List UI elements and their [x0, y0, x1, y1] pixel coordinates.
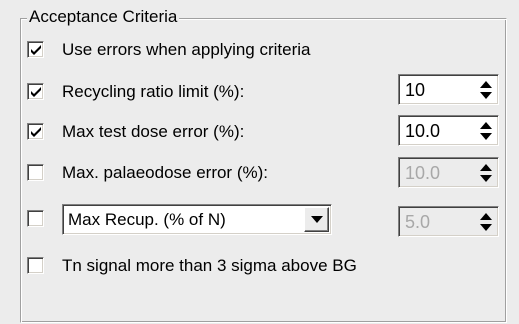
- chevron-down-icon: [311, 216, 323, 223]
- tn-signal-checkbox[interactable]: [27, 257, 44, 274]
- tn-signal-label: Tn signal more than 3 sigma above BG: [62, 256, 357, 275]
- use-errors-row: Use errors when applying criteria: [0, 38, 519, 62]
- spin-updown-icon[interactable]: [479, 212, 493, 232]
- max-palaeodose-spinbox[interactable]: 10.0: [398, 157, 499, 188]
- max-test-dose-checkbox[interactable]: [27, 123, 44, 140]
- checkmark-icon: [31, 127, 41, 137]
- groupbox-title: Acceptance Criteria: [27, 7, 180, 27]
- max-test-dose-spinbox[interactable]: 10.0: [398, 115, 499, 146]
- max-palaeodose-label: Max. palaeodose error (%):: [62, 163, 268, 182]
- recycling-ratio-label: Recycling ratio limit (%):: [62, 82, 245, 101]
- max-test-dose-value[interactable]: 10.0: [405, 120, 440, 142]
- spin-updown-icon[interactable]: [479, 121, 493, 141]
- spin-updown-icon[interactable]: [479, 163, 493, 183]
- spin-updown-icon[interactable]: [479, 80, 493, 100]
- combo-dropdown-button[interactable]: [304, 207, 329, 232]
- recycling-ratio-checkbox[interactable]: [27, 83, 44, 100]
- use-errors-checkbox[interactable]: [27, 41, 44, 58]
- checkmark-icon: [31, 87, 41, 97]
- use-errors-label: Use errors when applying criteria: [62, 40, 311, 59]
- max-palaeodose-value[interactable]: 10.0: [405, 162, 440, 184]
- max-recup-combo-value: Max Recup. (% of N): [68, 210, 226, 229]
- recycling-ratio-value[interactable]: 10: [405, 79, 425, 101]
- recycling-ratio-spinbox[interactable]: 10: [398, 74, 499, 105]
- tn-signal-row: Tn signal more than 3 sigma above BG: [0, 254, 519, 278]
- max-recup-combobox[interactable]: Max Recup. (% of N): [62, 204, 332, 235]
- max-recup-value[interactable]: 5.0: [405, 211, 430, 233]
- max-test-dose-label: Max test dose error (%):: [62, 122, 245, 141]
- checkmark-icon: [31, 45, 41, 55]
- max-palaeodose-checkbox[interactable]: [27, 164, 44, 181]
- max-recup-spinbox[interactable]: 5.0: [398, 206, 499, 237]
- max-recup-checkbox[interactable]: [27, 210, 44, 227]
